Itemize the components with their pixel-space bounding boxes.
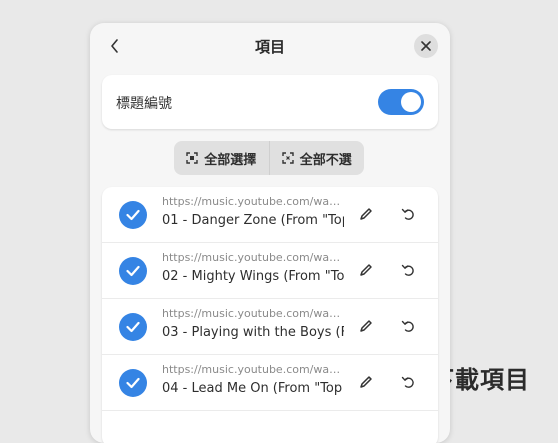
item-checkbox[interactable] <box>119 313 147 341</box>
item-url: https://music.youtube.com/watc... <box>162 195 344 208</box>
select-all-label: 全部選擇 <box>204 152 257 168</box>
title-numbering-label: 標題編號 <box>116 96 172 112</box>
edit-button[interactable] <box>358 262 374 278</box>
list-item: https://music.youtube.com/watc... 03 - P… <box>102 299 438 355</box>
checkmark-icon <box>126 321 140 333</box>
list-item: https://music.youtube.com/watc... 02 - M… <box>102 243 438 299</box>
checkmark-icon <box>126 209 140 221</box>
edit-button[interactable] <box>358 374 374 390</box>
undo-icon <box>401 208 414 220</box>
selection-buttons: 全部選擇 全部不選 <box>174 141 364 175</box>
item-title: 03 - Playing with the Boys (Fro <box>162 325 344 340</box>
deselect-all-button[interactable]: 全部不選 <box>268 141 365 175</box>
list-item: https://music.youtube.com/watc... 01 - D… <box>102 187 438 243</box>
title-numbering-row: 標題編號 <box>102 75 438 129</box>
edit-button[interactable] <box>358 318 374 334</box>
pencil-icon <box>360 320 372 332</box>
deselect-all-label: 全部不選 <box>299 152 352 168</box>
item-url: https://music.youtube.com/watc... <box>162 307 344 320</box>
item-checkbox[interactable] <box>119 257 147 285</box>
item-url: https://music.youtube.com/watc... <box>162 363 344 376</box>
close-icon <box>421 41 431 51</box>
select-all-icon <box>186 152 198 164</box>
close-button[interactable] <box>414 34 438 58</box>
revert-button[interactable] <box>400 374 416 390</box>
item-title: 02 - Mighty Wings (From "Top <box>162 269 344 284</box>
item-checkbox[interactable] <box>119 201 147 229</box>
undo-icon <box>401 320 414 332</box>
items-list: https://music.youtube.com/watc... 01 - D… <box>102 187 438 443</box>
item-checkbox[interactable] <box>119 369 147 397</box>
items-dialog: 項目 標題編號 全部選擇 全部不選 https://music.youtube.… <box>90 23 450 443</box>
list-item: https://music.youtube.com/watc... 04 - L… <box>102 355 438 411</box>
deselect-all-icon <box>282 152 294 164</box>
checkmark-icon <box>126 377 140 389</box>
pencil-icon <box>360 376 372 388</box>
revert-button[interactable] <box>400 262 416 278</box>
switch-knob <box>401 92 421 112</box>
select-all-button[interactable]: 全部選擇 <box>174 141 269 175</box>
pencil-icon <box>360 264 372 276</box>
checkmark-icon <box>126 265 140 277</box>
pencil-icon <box>360 208 372 220</box>
revert-button[interactable] <box>400 206 416 222</box>
undo-icon <box>401 264 414 276</box>
dialog-header: 項目 <box>90 23 450 69</box>
title-numbering-switch[interactable] <box>378 89 424 115</box>
revert-button[interactable] <box>400 318 416 334</box>
dialog-title: 項目 <box>254 38 285 56</box>
undo-icon <box>401 376 414 388</box>
item-url: https://music.youtube.com/watc... <box>162 251 344 264</box>
item-title: 01 - Danger Zone (From "Top <box>162 213 344 228</box>
item-title: 04 - Lead Me On (From "Top G <box>162 381 344 396</box>
edit-button[interactable] <box>358 206 374 222</box>
